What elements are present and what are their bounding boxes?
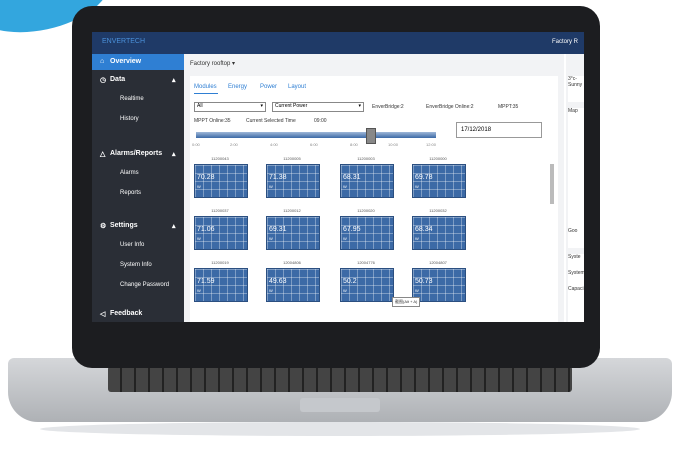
right-panel: 3°c- Sunny Map Goo Syste System Capaci: [566, 54, 584, 322]
time-tick: 12:00: [426, 142, 437, 147]
modules-panel: Modules Energy Power Layout All ▾ Curren…: [190, 76, 558, 322]
module-id: 12004806: [283, 260, 301, 265]
metric-select[interactable]: Current Power ▾: [272, 102, 364, 112]
laptop-chin: [92, 322, 584, 352]
system-card: Syste System Capaci: [568, 254, 584, 322]
mppt-online-count: MPPT Online:35: [194, 118, 231, 124]
map-card[interactable]: Map Goo: [568, 108, 584, 248]
module-tile[interactable]: 70.28 W: [194, 164, 248, 198]
screenshot-tooltip: 截图(Alt + A): [392, 297, 421, 307]
keyboard: [108, 366, 572, 392]
module-tile[interactable]: 68.31 W: [340, 164, 394, 198]
enverbridge-online-count: EnverBridge Online:2: [426, 104, 474, 110]
module-id: 11200043: [211, 156, 229, 161]
laptop-screen: ENVERTECH Factory R ⌂ Overview ◷ Data ▴ …: [92, 32, 584, 322]
module-id: 12004776: [357, 260, 375, 265]
time-tick: 4:00: [270, 142, 278, 147]
clock-icon: ◷: [100, 77, 107, 84]
site-selector[interactable]: Factory rooftop ▾: [190, 60, 235, 67]
laptop-shadow: [40, 422, 640, 436]
active-tab-indicator: [194, 93, 218, 94]
weather-card: 3°c- Sunny: [568, 76, 584, 102]
time-tick: 0:00: [192, 142, 200, 147]
current-time-value: 09:00: [314, 118, 327, 124]
module-tile[interactable]: 69.31 W: [266, 216, 320, 250]
home-icon: ⌂: [100, 58, 105, 65]
module-tile[interactable]: 49.63 W: [266, 268, 320, 302]
module-id: 11200005: [283, 156, 301, 161]
time-tick: 6:00: [310, 142, 318, 147]
main-content: Factory rooftop ▾ Modules Energy Power L…: [184, 54, 564, 322]
module-id: 11200032: [429, 208, 447, 213]
chevron-up-icon: ▴: [172, 223, 176, 230]
module-tile[interactable]: 71.06 W: [194, 216, 248, 250]
scrollbar[interactable]: [550, 164, 554, 204]
factory-selector[interactable]: Factory R: [552, 39, 578, 45]
gear-icon: ⚙: [100, 223, 107, 230]
chevron-up-icon: ▴: [172, 151, 176, 158]
sidebar-item-overview[interactable]: ⌂ Overview: [92, 54, 184, 70]
module-tile[interactable]: 50.2 W: [340, 268, 394, 302]
caret-down-icon: ▾: [232, 61, 236, 67]
tab-power[interactable]: Power: [260, 84, 277, 90]
time-tick: 10:00: [388, 142, 399, 147]
module-tile[interactable]: 71.38 W: [266, 164, 320, 198]
mppt-count: MPPT:35: [498, 104, 519, 110]
bell-icon: △: [100, 151, 106, 158]
group-select[interactable]: All ▾: [194, 102, 266, 112]
time-tick: 8:00: [350, 142, 358, 147]
module-id: 11200020: [357, 208, 375, 213]
module-tile[interactable]: 71.59 W: [194, 268, 248, 302]
enverbridge-count: EnverBridge:2: [372, 104, 404, 110]
module-tile[interactable]: 67.95 W: [340, 216, 394, 250]
trackpad: [300, 398, 380, 412]
module-id: 11200012: [283, 208, 301, 213]
module-id: 11200003: [357, 156, 375, 161]
module-id: 11200000: [429, 156, 447, 161]
module-id: 11200037: [211, 208, 229, 213]
module-tile[interactable]: 68.34 W: [412, 216, 466, 250]
logo: ENVERTECH: [102, 38, 146, 45]
date-picker[interactable]: 17/12/2018: [456, 122, 542, 138]
tab-layout[interactable]: Layout: [288, 84, 306, 90]
tab-modules[interactable]: Modules: [194, 84, 217, 90]
caret-down-icon: ▾: [358, 103, 361, 109]
top-bar: ENVERTECH Factory R: [92, 32, 584, 54]
caret-down-icon: ▾: [260, 103, 263, 109]
tab-energy[interactable]: Energy: [228, 84, 247, 90]
module-id: 11200019: [211, 260, 229, 265]
time-slider[interactable]: [196, 132, 436, 138]
sidebar: ⌂ Overview ◷ Data ▴ Realtime History △ A…: [92, 54, 184, 322]
chevron-up-icon: ▴: [172, 77, 176, 84]
time-tick: 2:00: [230, 142, 238, 147]
current-time-label: Current Selected Time: [246, 118, 296, 124]
time-slider-handle[interactable]: [366, 128, 376, 144]
module-tile[interactable]: 69.78 W: [412, 164, 466, 198]
module-id: 12004807: [429, 260, 447, 265]
feedback-icon: ◁: [100, 311, 106, 318]
